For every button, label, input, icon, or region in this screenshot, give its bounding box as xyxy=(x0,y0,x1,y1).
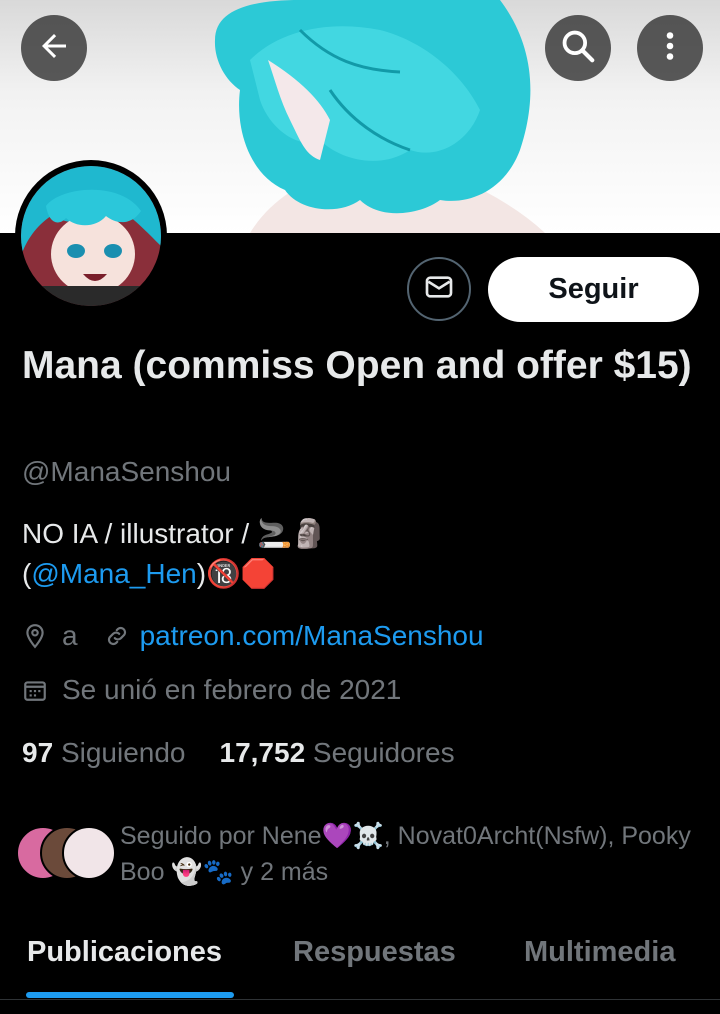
profile-avatar[interactable] xyxy=(15,160,167,312)
location-text: a xyxy=(62,620,78,651)
tab-publicaciones[interactable]: Publicaciones xyxy=(27,936,222,969)
tabs-divider xyxy=(0,999,720,1000)
joined-text: Se unió en febrero de 2021 xyxy=(62,674,402,705)
active-tab-indicator xyxy=(26,992,234,998)
back-button[interactable] xyxy=(21,15,87,81)
location-pin-icon xyxy=(22,623,48,649)
following-stat[interactable]: 97 Siguiendo xyxy=(22,737,186,769)
message-button[interactable] xyxy=(407,257,471,321)
followed-by-avatars[interactable] xyxy=(16,826,116,880)
profile-tabs: Publicaciones Respuestas Multimedia xyxy=(0,920,720,1000)
followers-count: 17,752 xyxy=(219,737,306,768)
followers-stat[interactable]: 17,752 Seguidores xyxy=(220,737,455,769)
arrow-left-icon xyxy=(36,28,72,69)
more-vertical-icon xyxy=(652,28,688,69)
profile-meta-joined: Se unió en febrero de 2021 xyxy=(22,674,401,706)
calendar-icon xyxy=(22,677,48,703)
website-link[interactable]: patreon.com/ManaSenshou xyxy=(140,620,484,652)
link-icon xyxy=(104,623,130,649)
search-icon xyxy=(559,27,597,70)
bio-link-prefix: ( xyxy=(22,558,32,589)
following-count: 97 xyxy=(22,737,54,768)
bio-suffix: )🔞🛑 xyxy=(196,558,276,589)
profile-name: Mana (commiss Open and offer $15) xyxy=(22,344,692,387)
profile-bio: NO IA / illustrator / 🚬🗿 (@Mana_Hen)🔞🛑 xyxy=(22,514,662,594)
more-options-button[interactable] xyxy=(637,15,703,81)
follow-button[interactable]: Seguir xyxy=(488,257,699,322)
tab-respuestas[interactable]: Respuestas xyxy=(293,936,456,969)
follower-avatar xyxy=(62,826,116,880)
following-label: Siguiendo xyxy=(60,737,186,768)
avatar-artwork xyxy=(21,166,161,306)
profile-handle: @ManaSenshou xyxy=(22,456,232,487)
profile-stats: 97 Siguiendo 17,752 Seguidores xyxy=(22,737,455,769)
profile-meta-location: a patreon.com/ManaSenshou xyxy=(22,620,484,652)
followers-label: Seguidores xyxy=(312,737,455,768)
envelope-icon xyxy=(423,271,455,308)
tab-multimedia[interactable]: Multimedia xyxy=(524,936,675,969)
followed-by-text[interactable]: Seguido por Nene💜☠️, Novat0Archt(Nsfw), … xyxy=(120,818,700,890)
search-button[interactable] xyxy=(545,15,611,81)
bio-text: NO IA / illustrator / 🚬🗿 xyxy=(22,518,327,549)
bio-mention-link[interactable]: @Mana_Hen xyxy=(31,558,196,589)
